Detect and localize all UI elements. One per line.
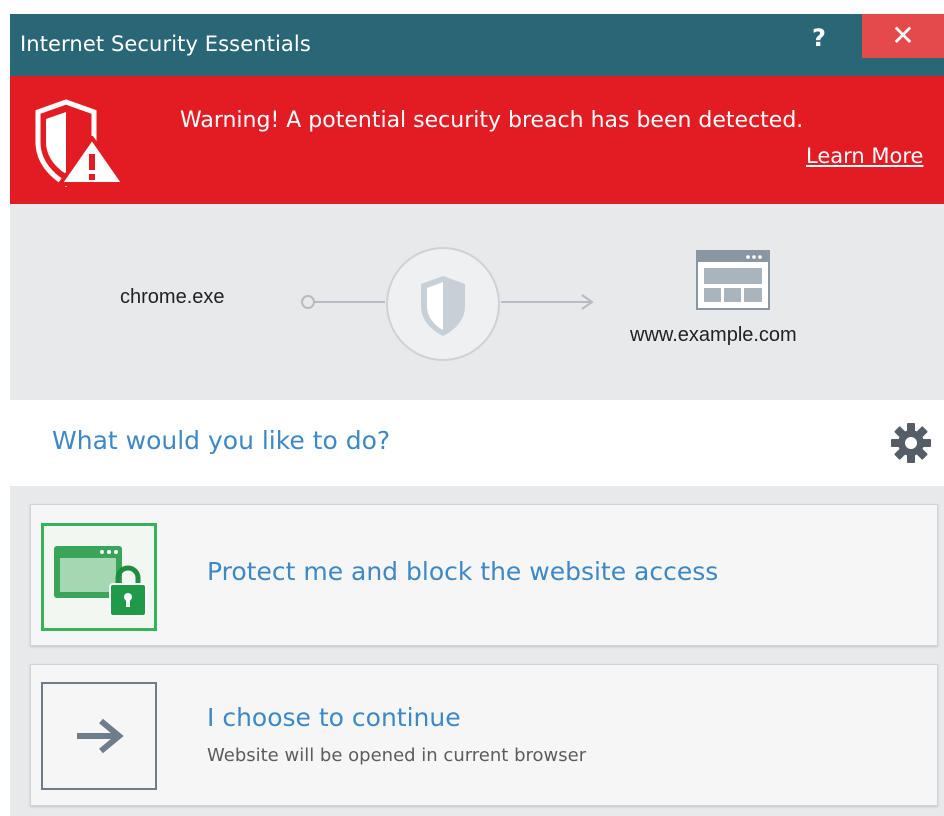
process-name: chrome.exe (120, 286, 225, 308)
continue-option-title: I choose to continue (207, 703, 461, 732)
connection-diagram: chrome.exe www.example.com (10, 204, 944, 400)
block-website-option[interactable]: Protect me and block the website access (30, 504, 938, 646)
arrow-icon-box (41, 682, 157, 790)
browser-lock-icon-box (41, 523, 157, 631)
continue-option-subtitle: Website will be opened in current browse… (207, 745, 587, 766)
close-button[interactable]: ✕ (862, 14, 944, 58)
website-name: www.example.com (630, 324, 797, 346)
learn-more-link[interactable]: Learn More (806, 144, 923, 168)
continue-option[interactable]: I choose to continue Website will be ope… (30, 664, 938, 806)
title-bar[interactable]: Internet Security Essentials ? ✕ (10, 14, 944, 76)
question-prompt: What would you like to do? (52, 426, 391, 455)
shield-icon (386, 247, 500, 361)
block-option-title: Protect me and block the website access (207, 557, 719, 586)
browser-lock-icon (54, 546, 147, 617)
arrow-right-icon (77, 718, 124, 754)
alert-banner: Warning! A potential security breach has… (10, 76, 944, 204)
shield-warning-icon (35, 99, 126, 187)
question-row: What would you like to do? (10, 400, 944, 486)
gear-icon[interactable] (890, 422, 932, 464)
window-title: Internet Security Essentials (20, 32, 311, 56)
alert-message: Warning! A potential security breach has… (180, 108, 804, 133)
browser-window-icon (696, 250, 770, 310)
help-button[interactable]: ? (800, 14, 838, 64)
security-dialog: Internet Security Essentials ? ✕ Warning… (10, 14, 944, 816)
